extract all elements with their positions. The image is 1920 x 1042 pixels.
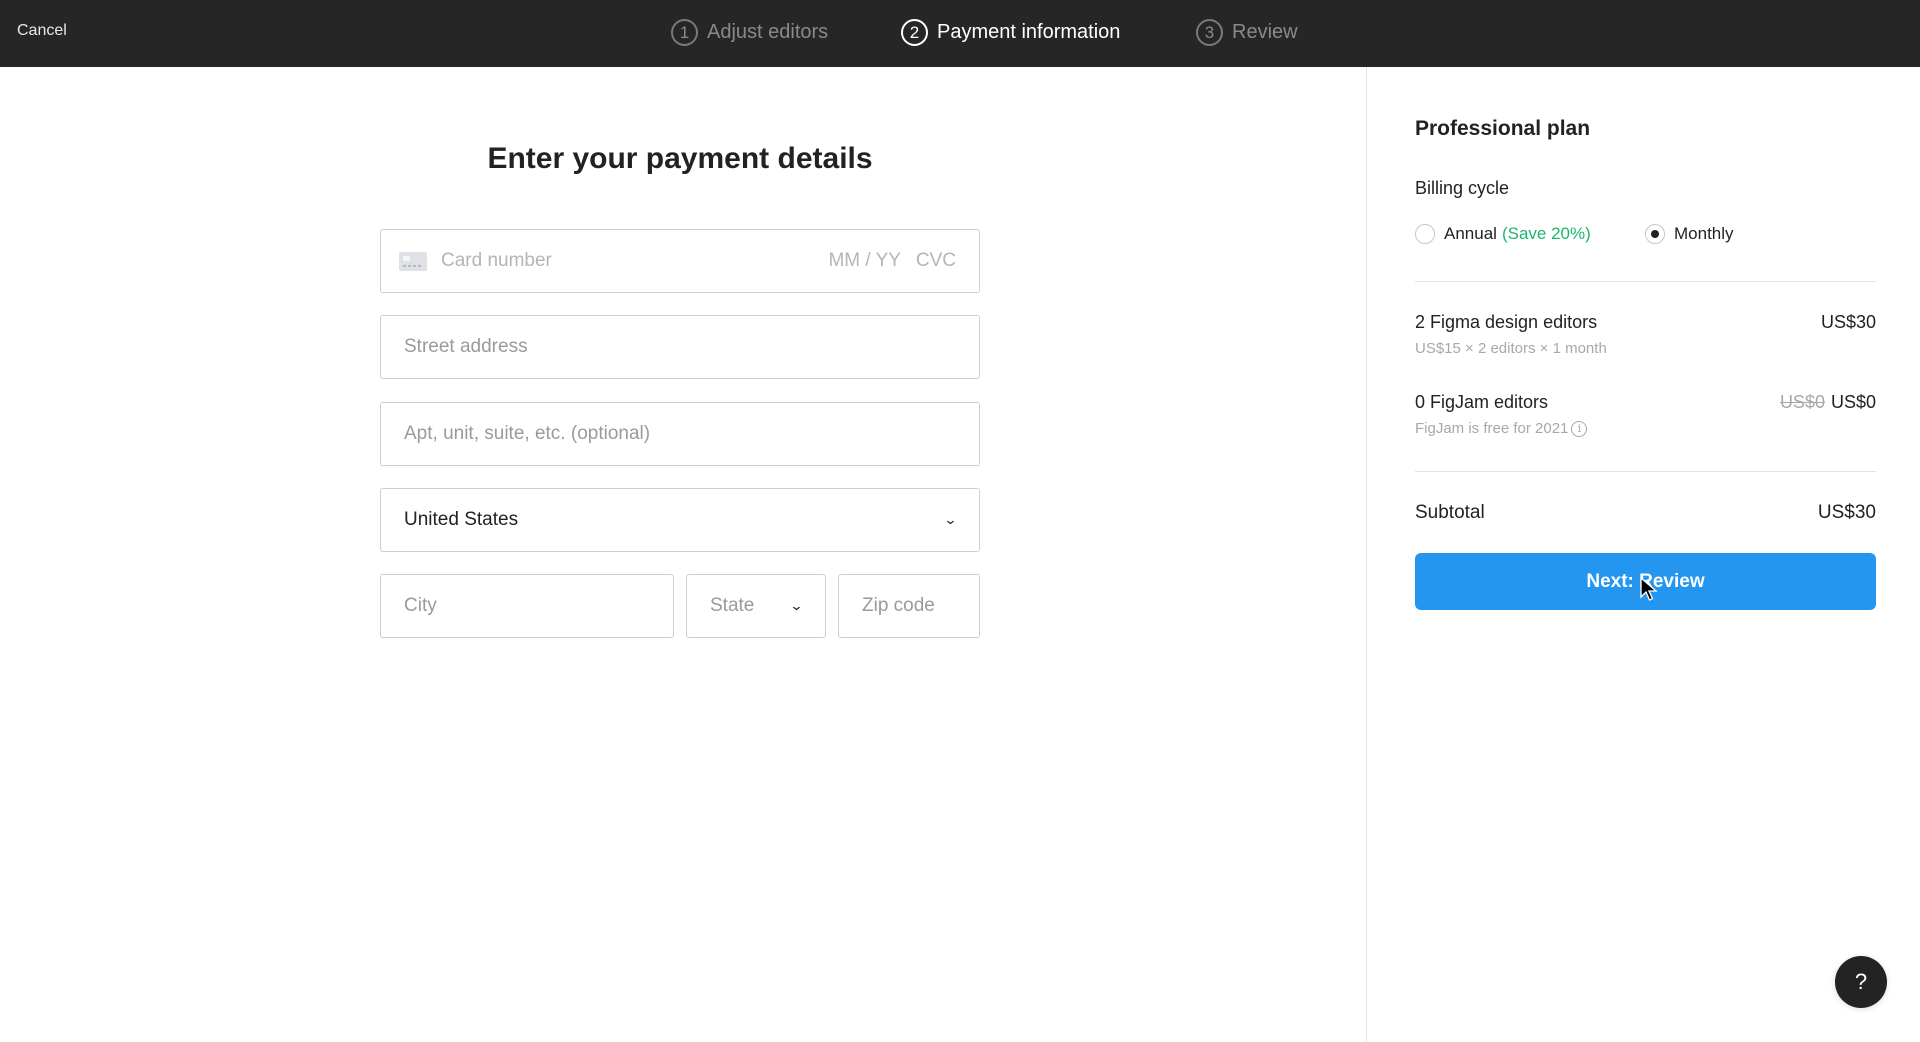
card-expiry-placeholder[interactable]: MM / YY — [828, 250, 900, 271]
radio-unchecked-icon[interactable] — [1415, 224, 1435, 244]
billing-option-label: Monthly — [1674, 224, 1734, 243]
stepper: 1 Adjust editors 2 Payment information 3… — [0, 0, 1920, 67]
next-review-button[interactable]: Next: Review — [1415, 553, 1876, 610]
card-number-placeholder: Card number — [441, 250, 552, 271]
street-address-placeholder: Street address — [404, 336, 528, 357]
billing-option-annual[interactable]: Annual (Save 20%) — [1415, 224, 1591, 244]
subtotal-row: Subtotal US$30 — [1415, 502, 1876, 524]
step-label: Adjust editors — [707, 21, 829, 43]
street-address-input[interactable]: Street address — [380, 315, 980, 379]
help-button[interactable]: ? — [1835, 956, 1887, 1008]
line-item-figma-editors: 2 Figma design editors US$30 US$15 × 2 e… — [1415, 312, 1876, 357]
divider — [1415, 471, 1876, 472]
subtotal-label: Subtotal — [1415, 502, 1485, 523]
page-title: Enter your payment details — [487, 142, 873, 175]
city-input[interactable]: City — [380, 574, 674, 638]
top-bar: Cancel 1 Adjust editors 2 Payment inform… — [0, 0, 1920, 67]
state-placeholder: State — [710, 595, 755, 616]
country-value: United States — [404, 509, 519, 530]
step-number-icon: 2 — [901, 19, 928, 46]
line-item-figjam-editors: 0 FigJam editors US$0 US$0 FigJam is free… — [1415, 392, 1876, 437]
subtotal-value: US$30 — [1817, 502, 1876, 523]
zip-code-placeholder: Zip code — [862, 595, 935, 616]
save-badge: (Save 20%) — [1501, 224, 1591, 243]
line-item-title: 0 FigJam editors — [1415, 392, 1549, 412]
divider — [1415, 281, 1876, 282]
card-cvc-placeholder[interactable]: CVC — [916, 250, 956, 271]
chevron-down-icon: ⌄ — [943, 512, 958, 527]
plan-title: Professional plan — [1415, 117, 1591, 140]
line-item-original-price: US$0 — [1779, 392, 1825, 412]
step-adjust-editors[interactable]: 1 Adjust editors — [671, 19, 828, 46]
zip-code-input[interactable]: Zip code — [838, 574, 980, 638]
billing-option-monthly[interactable]: Monthly — [1645, 224, 1734, 244]
card-input[interactable]: Card number MM / YY CVC — [380, 229, 980, 293]
city-placeholder: City — [404, 595, 437, 616]
state-select[interactable]: State ⌄ — [686, 574, 826, 638]
billing-cycle-label: Billing cycle — [1415, 178, 1510, 198]
radio-checked-icon[interactable] — [1645, 224, 1665, 244]
payment-form-panel: Enter your payment details Card number M… — [0, 67, 1366, 1042]
info-icon[interactable]: i — [1571, 420, 1588, 437]
billing-option-label: Annual — [1444, 224, 1497, 243]
step-label: Review — [1232, 21, 1298, 43]
country-select[interactable]: United States ⌄ — [380, 488, 980, 552]
step-review[interactable]: 3 Review — [1196, 19, 1298, 46]
question-mark-icon: ? — [1854, 969, 1868, 994]
step-label: Payment information — [937, 21, 1121, 43]
apt-input[interactable]: Apt, unit, suite, etc. (optional) — [380, 402, 980, 466]
step-number-icon: 1 — [671, 19, 698, 46]
line-item-subtitle: FigJam is free for 2021 — [1415, 420, 1569, 437]
order-summary-panel: Professional plan Billing cycle Annual (… — [1366, 67, 1920, 1042]
line-item-price: US$0 — [1830, 392, 1876, 412]
line-item-subtitle: US$15 × 2 editors × 1 month — [1415, 340, 1607, 357]
chevron-down-icon: ⌄ — [789, 598, 804, 613]
credit-card-icon — [399, 251, 427, 271]
line-item-title: 2 Figma design editors — [1415, 312, 1598, 332]
apt-placeholder: Apt, unit, suite, etc. (optional) — [404, 423, 651, 444]
step-number-icon: 3 — [1196, 19, 1223, 46]
line-item-price: US$30 — [1820, 312, 1876, 332]
step-payment-information[interactable]: 2 Payment information — [901, 19, 1120, 46]
